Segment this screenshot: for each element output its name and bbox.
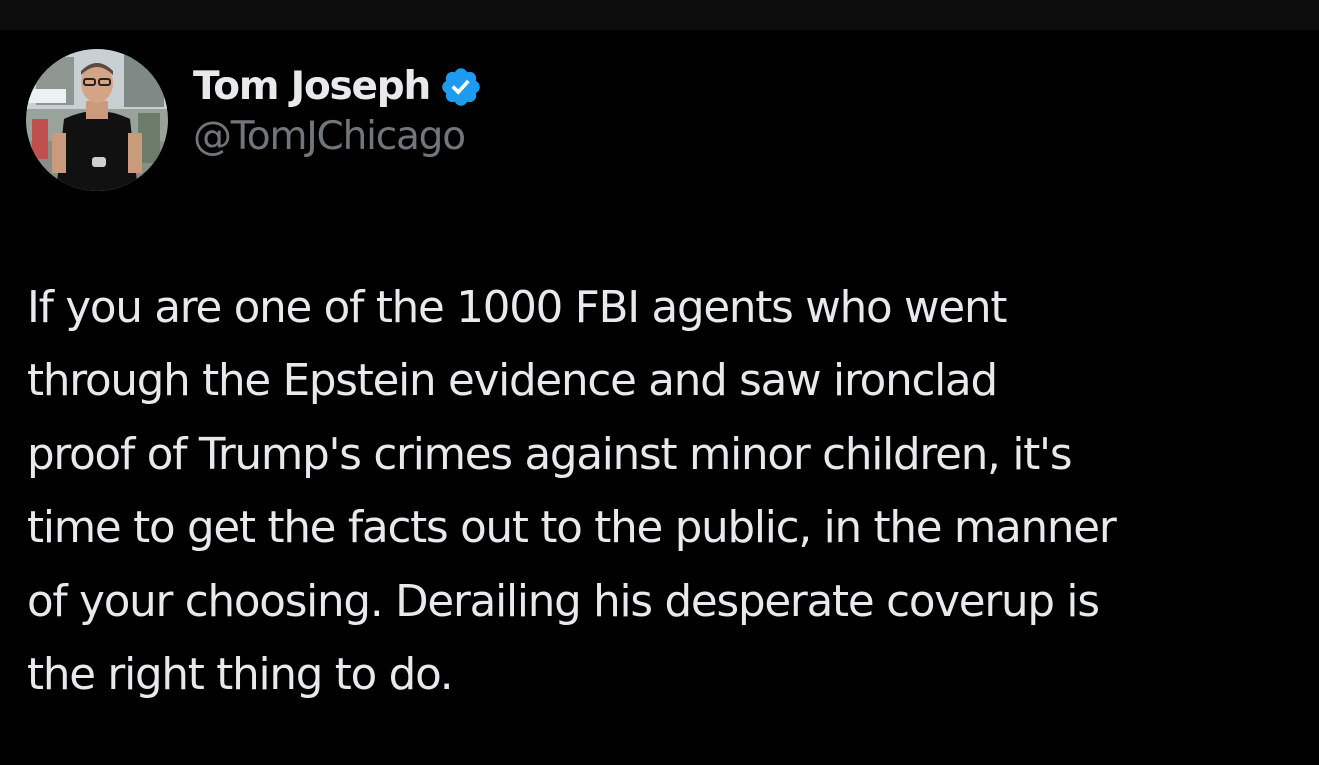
author-handle[interactable]: @TomJChicago <box>193 114 483 159</box>
tweet-header: Tom Joseph @TomJChicago <box>26 49 483 191</box>
tweet-card: Tom Joseph @TomJChicago If you are one o… <box>0 30 1319 765</box>
tweet-text-line: through the Epstein evidence and saw iro… <box>27 356 998 407</box>
name-row: Tom Joseph <box>193 62 483 112</box>
author-identity: Tom Joseph @TomJChicago <box>193 62 483 159</box>
tweet-text-line: of your choosing. Derailing his desperat… <box>27 576 1100 627</box>
tweet-text-line: If you are one of the 1000 FBI agents wh… <box>27 283 1007 333</box>
verified-badge-icon <box>439 65 483 109</box>
avatar-photo <box>26 49 168 191</box>
tweet-text-line: time to get the facts out to the public,… <box>27 503 1117 554</box>
avatar[interactable] <box>26 49 168 191</box>
tweet-text-line: the right thing to do. <box>27 650 454 701</box>
author-display-name[interactable]: Tom Joseph <box>193 64 431 109</box>
tweet-text-line: proof of Trump's crimes against minor ch… <box>27 429 1072 480</box>
top-status-strip <box>0 0 1319 30</box>
tweet-text: If you are one of the 1000 FBI agents wh… <box>27 272 1297 712</box>
